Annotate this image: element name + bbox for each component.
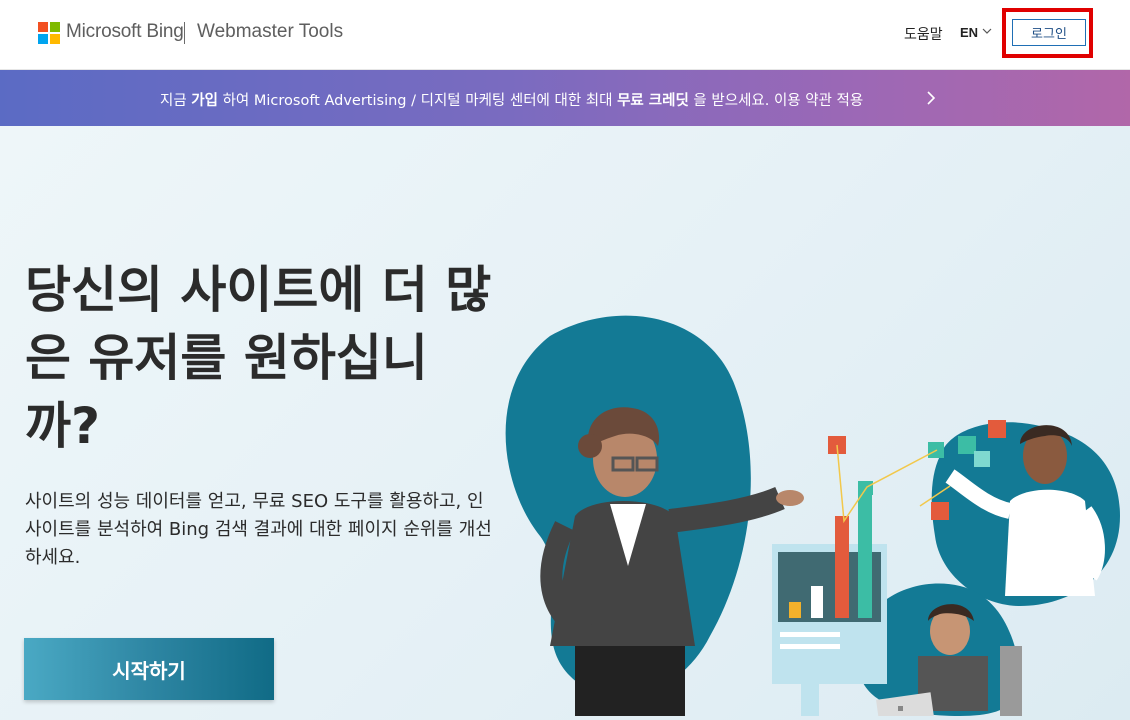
promo-text-part: 을 받으세요. 이용 약관 적용 <box>688 93 864 109</box>
promo-text-part: 하여 Microsoft Advertising / 디지털 마케팅 센터에 대… <box>217 93 618 109</box>
square-teal-light <box>974 451 990 467</box>
promo-banner[interactable]: 지금 가입 하여 Microsoft Advertising / 디지털 마케팅… <box>0 70 1130 126</box>
hero-title: 당신의 사이트에 더 많은 유저를 원하십니까? <box>25 261 492 455</box>
chevron-down-icon[interactable] <box>981 25 993 37</box>
login-button[interactable]: 로그인 <box>1012 19 1086 46</box>
panel-line-2 <box>780 644 840 649</box>
microsoft-logo-icon[interactable] <box>38 22 60 44</box>
panel-line-1 <box>780 632 840 637</box>
chevron-right-icon[interactable] <box>924 90 938 106</box>
help-link[interactable]: 도움말 <box>904 24 943 44</box>
promo-signup-text: 가입 <box>191 93 218 109</box>
promo-text-part: 지금 <box>160 93 192 109</box>
bar-small-white <box>811 586 823 618</box>
square-orange-3 <box>931 502 949 520</box>
product-name[interactable]: Webmaster Tools <box>197 21 343 43</box>
language-selector[interactable]: EN <box>960 25 978 40</box>
promo-credit-text: 무료 크레딧 <box>617 93 689 109</box>
brand-divider <box>184 22 185 44</box>
promo-text: 지금 가입 하여 Microsoft Advertising / 디지털 마케팅… <box>160 89 863 110</box>
get-started-button[interactable]: 시작하기 <box>24 638 274 700</box>
bar-orange <box>835 516 849 618</box>
hero-section: 당신의 사이트에 더 많은 유저를 원하십니까? 사이트의 성능 데이터를 얻고… <box>0 126 1130 720</box>
hero-illustration <box>505 315 1120 716</box>
connector-line <box>836 444 938 524</box>
square-teal-3 <box>958 436 976 454</box>
hero-subtitle: 사이트의 성능 데이터를 얻고, 무료 SEO 도구를 활용하고, 인사이트를 … <box>25 491 492 568</box>
square-orange-2 <box>988 420 1006 438</box>
brand-name[interactable]: Microsoft Bing <box>66 21 184 43</box>
top-header: Microsoft Bing Webmaster Tools 도움말 EN 로그… <box>0 0 1130 70</box>
bar-teal <box>858 481 872 618</box>
bar-small-yellow <box>789 602 801 618</box>
